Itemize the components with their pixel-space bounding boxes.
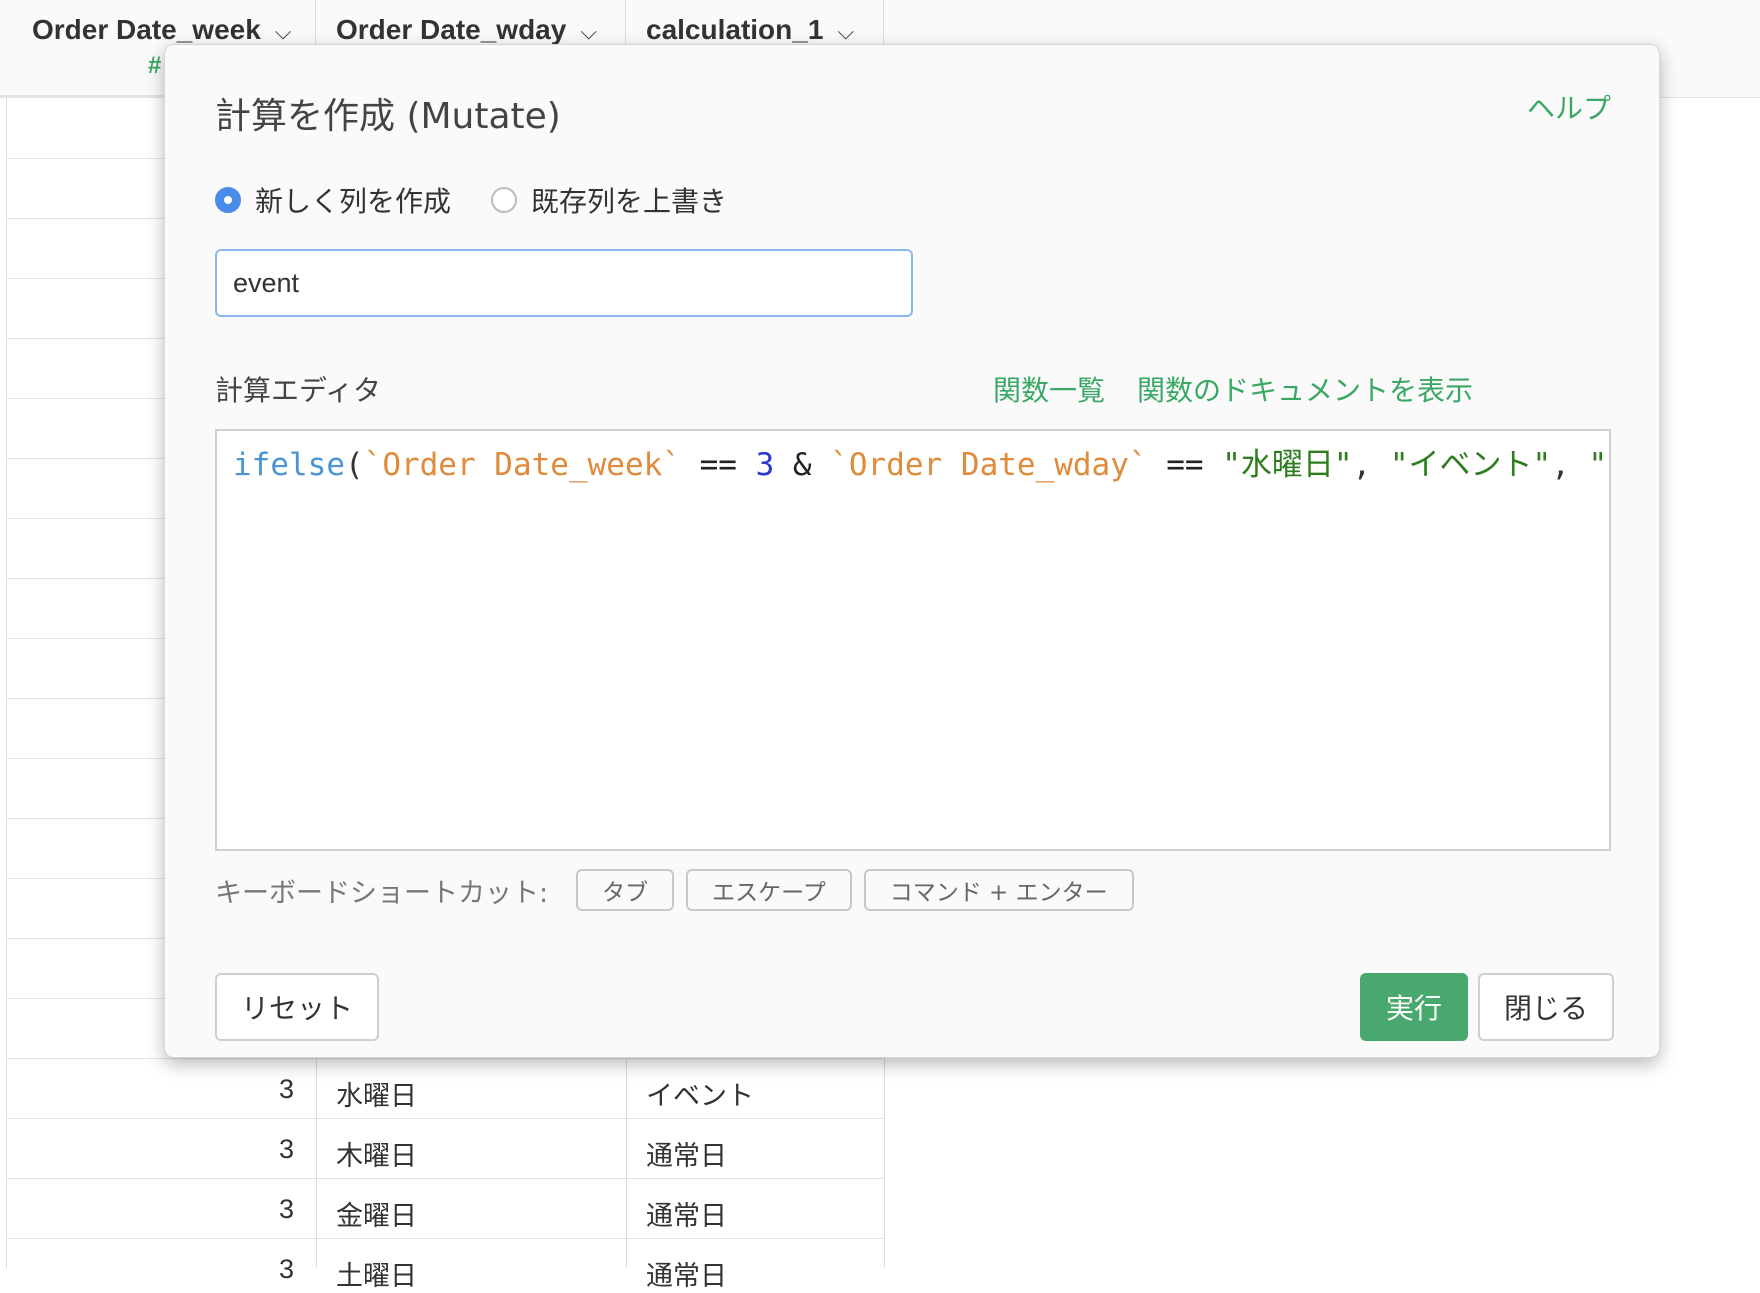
code-string: "水曜日"	[1222, 447, 1353, 483]
help-link[interactable]: ヘルプ	[1527, 87, 1611, 127]
row-divider	[6, 1238, 884, 1239]
code-string: "	[1588, 447, 1608, 483]
close-button[interactable]: 閉じる	[1478, 973, 1614, 1041]
function-docs-link[interactable]: 関数のドキュメントを表示	[1137, 369, 1473, 409]
cell-calculation: イベント	[646, 1081, 754, 1111]
cell-week: 3	[278, 1134, 294, 1164]
column-header-label: calculation_1	[646, 14, 824, 45]
shortcut-escape-button[interactable]: エスケープ	[686, 869, 852, 911]
keyboard-shortcuts: キーボードショートカット: タブ エスケープ コマンド + エンター	[215, 869, 1146, 911]
cell-calculation: 通常日	[646, 1261, 727, 1291]
run-button[interactable]: 実行	[1360, 973, 1468, 1041]
cell-wday: 木曜日	[336, 1141, 417, 1171]
code-number: 3	[755, 447, 775, 483]
mutate-dialog: 計算を作成 (Mutate) ヘルプ 新しく列を作成 既存列を上書き 計算エディ…	[164, 44, 1660, 1058]
shortcut-tab-button[interactable]: タブ	[576, 869, 675, 911]
numeric-type-icon: #	[148, 52, 162, 79]
radio-label: 既存列を上書き	[531, 185, 728, 218]
radio-unselected-icon[interactable]	[491, 187, 518, 213]
editor-label: 計算エディタ	[215, 374, 382, 407]
cell-week: 3	[278, 1254, 294, 1284]
function-list-link[interactable]: 関数一覧	[993, 369, 1105, 409]
column-header-label: Order Date_week	[32, 14, 261, 45]
radio-label: 新しく列を作成	[255, 185, 452, 218]
cell-wday: 水曜日	[336, 1081, 417, 1111]
chevron-down-icon[interactable]: ⌵	[580, 19, 597, 45]
code-operator: &	[774, 447, 831, 483]
reset-button[interactable]: リセット	[215, 973, 379, 1041]
code-column-ref: `Order Date_week`	[363, 447, 681, 483]
column-header-label: Order Date_wday	[336, 14, 567, 45]
chevron-down-icon[interactable]: ⌵	[837, 19, 854, 45]
cell-week: 3	[278, 1194, 294, 1224]
column-name-input[interactable]	[215, 249, 913, 317]
code-punct: ,	[1352, 447, 1390, 483]
calculation-editor[interactable]: ifelse(`Order Date_week` == 3 & `Order D…	[215, 429, 1611, 851]
code-function: ifelse	[233, 447, 345, 483]
dialog-title: 計算を作成 (Mutate)	[215, 96, 561, 137]
cell-calculation: 通常日	[646, 1201, 727, 1231]
cell-wday: 金曜日	[336, 1201, 417, 1231]
cell-week: 3	[278, 1074, 294, 1104]
radio-selected-icon[interactable]	[215, 187, 241, 213]
radio-new-column[interactable]: 新しく列を作成	[215, 180, 451, 220]
column-divider	[6, 98, 7, 1268]
row-divider	[6, 1178, 884, 1179]
chevron-down-icon[interactable]: ⌵	[275, 19, 292, 45]
code-punct: ,	[1551, 447, 1589, 483]
code-operator: ==	[680, 447, 756, 483]
radio-overwrite-column[interactable]: 既存列を上書き	[491, 180, 727, 220]
cell-calculation: 通常日	[646, 1141, 727, 1171]
row-divider	[6, 1118, 884, 1119]
cell-wday: 土曜日	[336, 1261, 417, 1291]
mode-radio-group: 新しく列を作成 既存列を上書き	[215, 180, 767, 220]
shortcut-command-enter-button[interactable]: コマンド + エンター	[863, 869, 1134, 911]
row-divider	[6, 1058, 884, 1059]
code-operator: ==	[1147, 447, 1223, 483]
code-string: "イベント"	[1389, 447, 1552, 483]
code-punct: (	[344, 447, 364, 483]
code-column-ref: `Order Date_wday`	[830, 447, 1148, 483]
shortcut-label: キーボードショートカット:	[215, 877, 549, 909]
code-line[interactable]: ifelse(`Order Date_week` == 3 & `Order D…	[233, 443, 1607, 487]
